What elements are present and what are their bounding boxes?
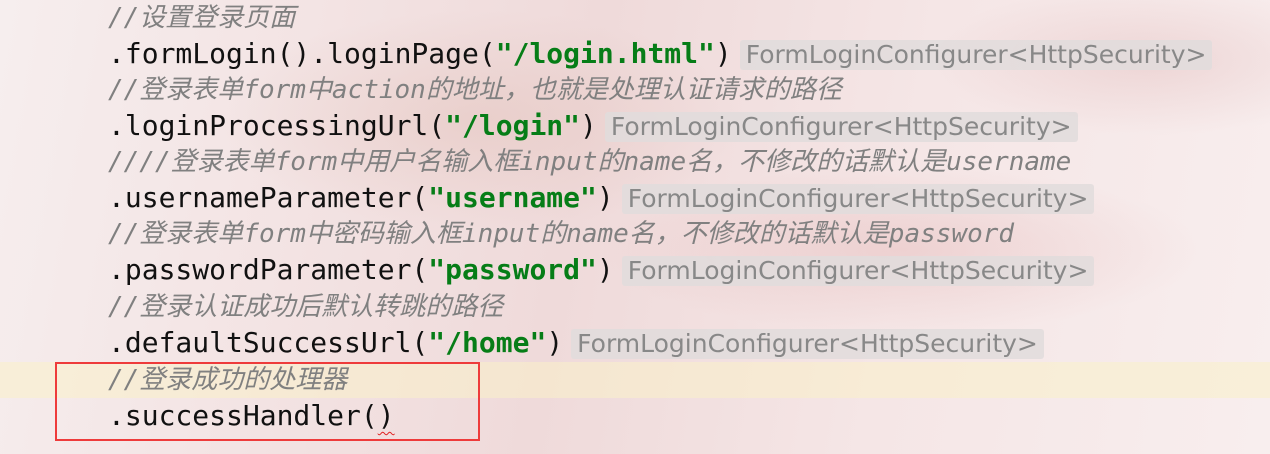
type-hint: FormLoginConfigurer<HttpSecurity> (604, 112, 1078, 142)
code-text: .passwordParameter( (108, 253, 429, 286)
highlight-box (55, 362, 480, 441)
string-literal: "password" (428, 253, 597, 286)
type-hint: FormLoginConfigurer<HttpSecurity> (621, 256, 1095, 286)
code-text: ) (596, 181, 614, 214)
type-hint: FormLoginConfigurer<HttpSecurity> (571, 329, 1044, 359)
string-literal: "/login.html" (495, 37, 715, 70)
code-comment: //设置登录页面 (108, 3, 296, 33)
code-line[interactable]: .passwordParameter("password") FormLoginC… (108, 252, 1095, 288)
code-text: ) (580, 109, 597, 142)
string-literal: "/home" (428, 326, 547, 359)
code-text: .usernameParameter( (108, 181, 429, 214)
code-line[interactable]: .defaultSuccessUrl("/home") FormLoginConf… (108, 325, 1044, 361)
code-text: .formLogin().loginPage( (108, 37, 496, 70)
type-hint: FormLoginConfigurer<HttpSecurity> (621, 184, 1095, 214)
code-comment: //登录表单form中action的地址，也就是处理认证请求的路径 (108, 75, 842, 105)
code-text: ) (546, 326, 564, 359)
code-comment: ////登录表单form中用户名输入框input的name名，不修改的话默认是u… (108, 147, 1072, 177)
code-line[interactable]: .formLogin().loginPage("/login.html") For… (108, 36, 1213, 72)
string-literal: "username" (428, 181, 597, 214)
code-text: ) (714, 37, 732, 70)
code-text: .defaultSuccessUrl( (108, 326, 429, 359)
type-hint: FormLoginConfigurer<HttpSecurity> (739, 40, 1213, 70)
code-text: .loginProcessingUrl( (108, 109, 446, 142)
string-literal: "/login" (445, 109, 581, 142)
code-line[interactable]: .loginProcessingUrl("/login") FormLoginCo… (108, 108, 1078, 144)
code-comment: //登录表单form中密码输入框input的name名，不修改的话默认是pass… (108, 219, 1015, 249)
code-comment: //登录认证成功后默认转跳的路径 (108, 292, 504, 322)
code-text: ) (596, 253, 614, 286)
code-line[interactable]: .usernameParameter("username") FormLoginC… (108, 180, 1095, 216)
